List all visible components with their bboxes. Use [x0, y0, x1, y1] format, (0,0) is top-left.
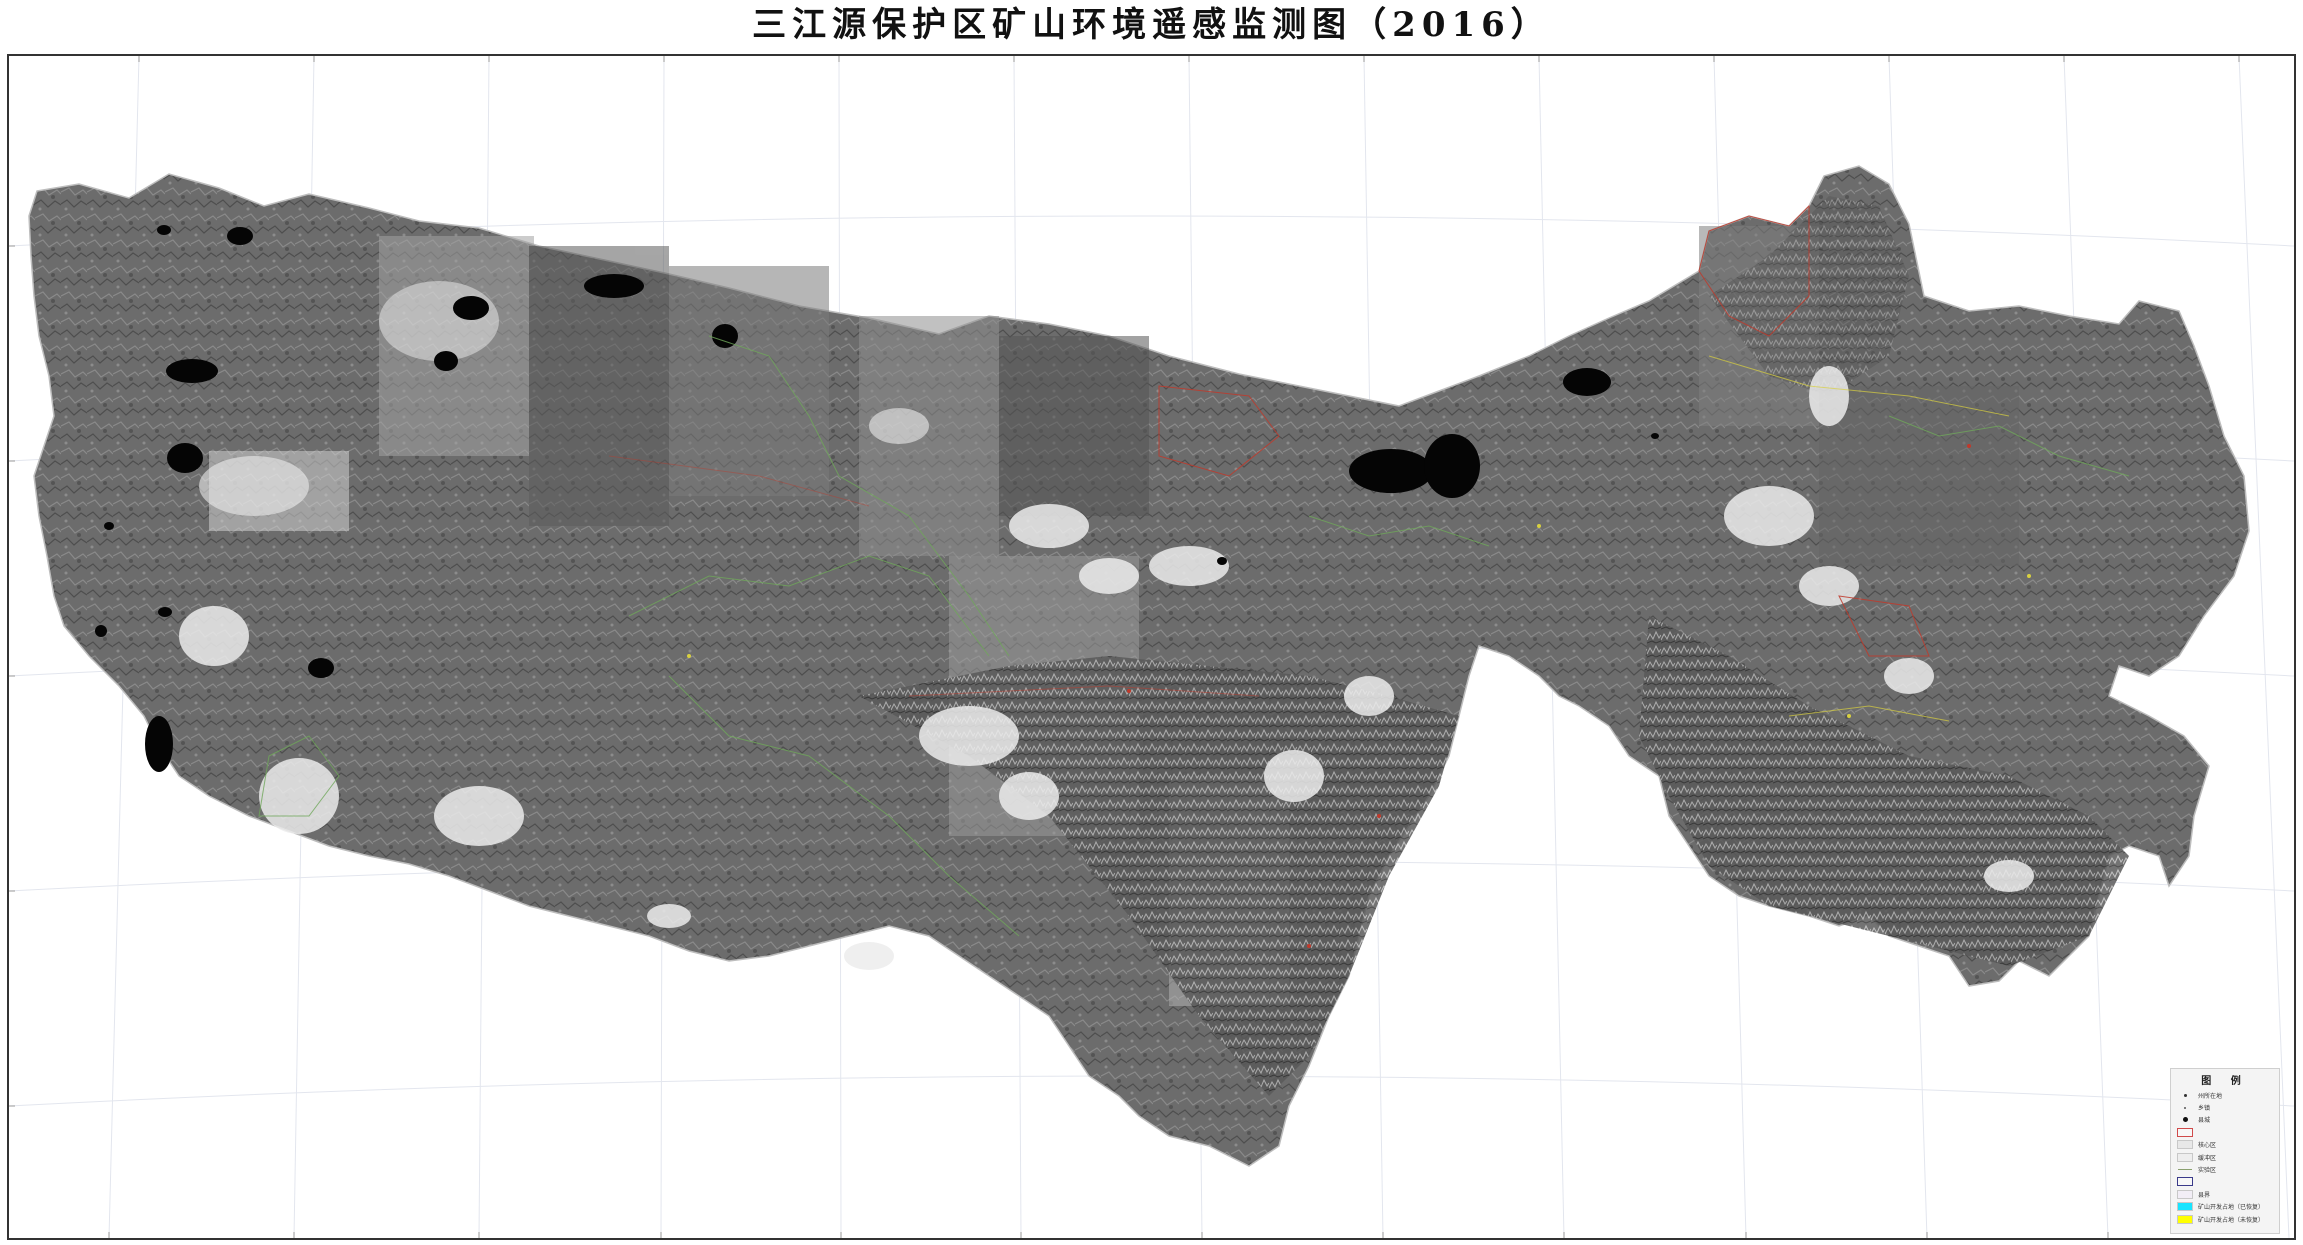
legend-swatch	[2177, 1202, 2193, 1212]
legend-item: 缓冲区	[2171, 1151, 2279, 1163]
legend-line-symbol	[2178, 1169, 2192, 1171]
legend-label: 乡镇	[2198, 1105, 2211, 1113]
legend-item: 县界	[2171, 1188, 2279, 1200]
legend-title: 图 例	[2201, 1076, 2249, 1087]
legend-item	[2171, 1126, 2279, 1138]
legend-point-symbol	[2182, 1117, 2188, 1123]
legend-point-symbol	[2184, 1106, 2186, 1109]
legend-swatch	[2177, 1189, 2193, 1199]
legend-item: 乡镇	[2171, 1101, 2279, 1113]
legend-item: 矿山开发占地（未恢复）	[2171, 1213, 2279, 1225]
map-canvas	[9, 56, 2294, 1238]
legend-items: 州所在地乡镇县城核心区缓冲区实验区县界矿山开发占地（已恢复） 矿山开发占地（未恢复…	[2171, 1089, 2279, 1225]
legend-label: 实验区	[2198, 1167, 2217, 1175]
legend-label: 核心区	[2198, 1142, 2217, 1150]
legend-item: 矿山开发占地（已恢复）	[2171, 1201, 2279, 1213]
legend-swatch	[2177, 1152, 2193, 1162]
legend-item: 县城	[2171, 1114, 2279, 1126]
legend-swatch	[2177, 1127, 2193, 1137]
legend-label: 缓冲区	[2198, 1154, 2217, 1162]
map-title: 三江源保护区矿山环境遥感监测图（2016）	[752, 5, 1551, 45]
legend-swatch	[2177, 1165, 2193, 1174]
legend-item: 实验区	[2171, 1163, 2279, 1175]
legend-label: 州所在地	[2198, 1092, 2223, 1100]
legend-swatch	[2177, 1140, 2193, 1150]
legend-swatch	[2177, 1091, 2193, 1100]
legend-label: 矿山开发占地（已恢复）	[2198, 1204, 2265, 1212]
legend-label: 县城	[2198, 1117, 2211, 1125]
legend-label: 县界	[2198, 1191, 2211, 1199]
map-legend: 图 例 州所在地乡镇县城核心区缓冲区实验区县界矿山开发占地（已恢复） 矿山开发占地…	[2170, 1068, 2280, 1234]
legend-swatch	[2177, 1214, 2193, 1224]
legend-label: 矿山开发占地（未恢复）	[2198, 1216, 2265, 1224]
legend-swatch	[2177, 1177, 2193, 1187]
legend-item: 核心区	[2171, 1139, 2279, 1151]
legend-swatch	[2177, 1103, 2193, 1112]
map-page: 三江源保护区矿山环境遥感监测图（2016） 图 例 州所在地 乡镇 县城 核心区…	[0, 0, 2303, 1245]
map-frame	[7, 54, 2296, 1240]
legend-point-symbol	[2183, 1093, 2187, 1097]
legend-item: 州所在地	[2171, 1089, 2279, 1101]
legend-swatch	[2177, 1115, 2193, 1124]
legend-item	[2171, 1176, 2279, 1188]
